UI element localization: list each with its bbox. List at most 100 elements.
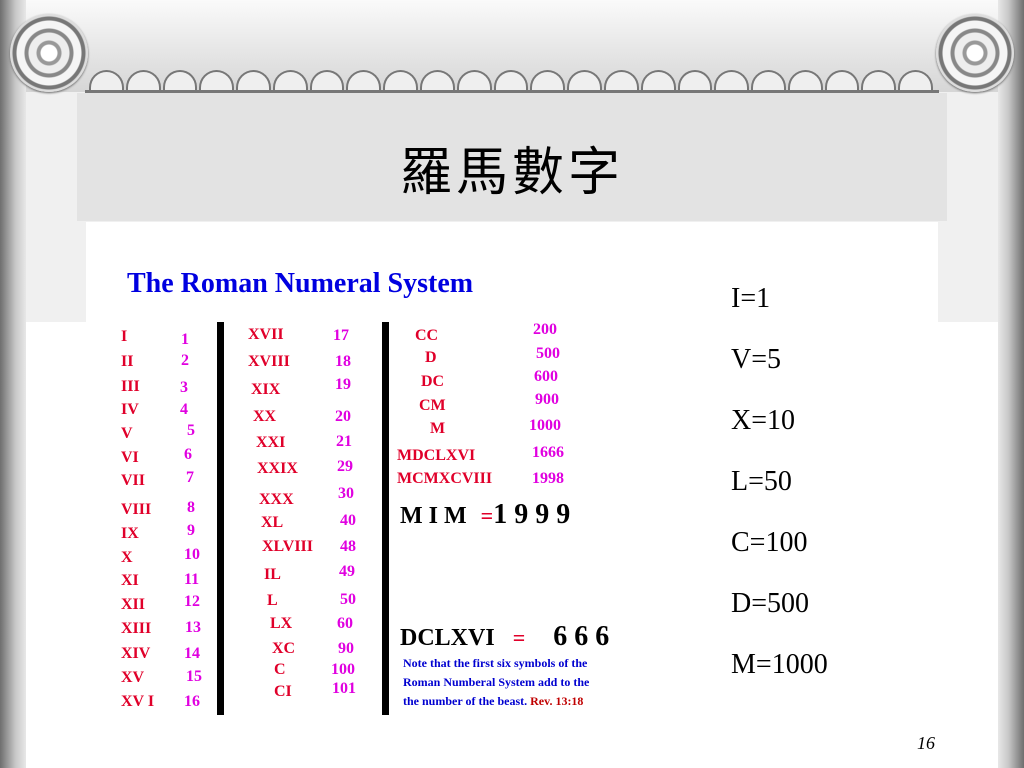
- roman-numeral: XII: [121, 596, 146, 613]
- roman-numeral: DC: [421, 373, 445, 390]
- separator-bar-2: [382, 322, 389, 715]
- roman-numeral: XIV: [121, 645, 151, 662]
- equation-lhs: M I M: [400, 503, 467, 529]
- roman-numeral: V: [121, 425, 133, 442]
- value-d: D=500: [731, 588, 810, 619]
- roman-numeral: XX: [253, 408, 277, 425]
- numeral-value: 19: [335, 376, 351, 393]
- numeral-value: 200: [533, 321, 557, 338]
- roman-numeral: XIII: [121, 620, 152, 637]
- roman-numeral: XLVIII: [262, 538, 313, 555]
- value-m: M=1000: [731, 649, 828, 680]
- numeral-value: 50: [340, 591, 356, 608]
- numeral-value: 9: [187, 522, 195, 539]
- roman-numeral: MCMXCVIII: [397, 470, 493, 487]
- numeral-value: 14: [184, 645, 200, 662]
- subtitle: The Roman Numeral System: [127, 268, 474, 299]
- numeral-value: 11: [184, 571, 200, 588]
- note-line: Note that the first six symbols of the: [403, 656, 588, 670]
- roman-numeral: XV I: [121, 693, 155, 710]
- roman-numeral: XI: [121, 572, 139, 589]
- roman-numeral: M: [430, 420, 446, 437]
- value-l: L=50: [731, 466, 792, 497]
- roman-numeral: IL: [264, 566, 281, 583]
- left-scroll-icon: [10, 14, 88, 92]
- numeral-value: 16: [184, 693, 200, 710]
- equals-sign: =: [480, 503, 494, 528]
- roman-numeral: II: [121, 353, 134, 370]
- roman-numeral: XC: [272, 640, 296, 657]
- numeral-value: 90: [338, 640, 354, 657]
- numeral-value: 1998: [532, 470, 564, 487]
- numeral-value: 20: [335, 408, 351, 425]
- left-column-shading: [0, 0, 26, 768]
- roman-numeral: I: [121, 328, 128, 345]
- numeral-value: 4: [180, 401, 188, 418]
- right-scroll-icon: [936, 14, 1014, 92]
- value-i: I=1: [731, 283, 771, 314]
- equation-lhs: DCLXVI: [400, 625, 495, 651]
- right-column-shading: [998, 0, 1024, 768]
- roman-numeral: XXIX: [257, 460, 298, 477]
- numeral-value: 1666: [532, 444, 564, 461]
- roman-numeral: CC: [415, 327, 439, 344]
- roman-numeral: CM: [419, 397, 446, 414]
- numeral-value: 1: [181, 331, 189, 348]
- equation-dclxvi: DCLXVI = 6 6 6: [400, 621, 609, 653]
- roman-numeral: XV: [121, 669, 145, 686]
- page-number: 16: [917, 733, 935, 753]
- numeral-value: 101: [332, 680, 356, 697]
- roman-numeral: XVII: [248, 326, 284, 343]
- numeral-value: 3: [180, 379, 188, 396]
- numeral-value: 49: [339, 563, 355, 580]
- numeral-value: 5: [187, 422, 195, 439]
- numeral-value: 30: [338, 485, 354, 502]
- equation-rhs: 1 9 9 9: [493, 499, 571, 530]
- roman-numeral: IV: [121, 401, 139, 418]
- roman-numeral: XIX: [251, 381, 281, 398]
- note-line: the number of the beast.: [403, 694, 528, 708]
- numeral-value: 2: [181, 352, 189, 369]
- roman-numeral: VI: [121, 449, 139, 466]
- numeral-value: 100: [331, 661, 355, 678]
- roman-numeral: VII: [121, 472, 146, 489]
- beast-note: Note that the first six symbols of the R…: [403, 654, 663, 711]
- numeral-value: 600: [534, 368, 558, 385]
- roman-numeral: MDCLXVI: [397, 447, 476, 464]
- numeral-value: 21: [336, 433, 352, 450]
- numeral-value: 18: [335, 353, 351, 370]
- numeral-value: 17: [333, 327, 349, 344]
- roman-numeral: XL: [261, 514, 284, 531]
- separator-bar-1: [217, 322, 224, 715]
- numeral-value: 40: [340, 512, 356, 529]
- value-x: X=10: [731, 405, 796, 436]
- equation-rhs: 6 6 6: [553, 621, 610, 652]
- roman-numeral: CI: [274, 683, 292, 700]
- numeral-value: 900: [535, 391, 559, 408]
- numeral-value: 8: [187, 499, 195, 516]
- equation-mim: M I M =1 9 9 9: [400, 499, 570, 531]
- numeral-value: 13: [185, 619, 201, 636]
- numeral-value: 6: [184, 446, 192, 463]
- value-v: V=5: [731, 344, 782, 375]
- numeral-value: 7: [186, 469, 194, 486]
- numeral-value: 60: [337, 615, 353, 632]
- roman-numeral: C: [274, 661, 286, 678]
- numeral-value: 1000: [529, 417, 561, 434]
- roman-numeral: VIII: [121, 501, 152, 518]
- roman-numeral: III: [121, 378, 140, 395]
- roman-numeral: IX: [121, 525, 139, 542]
- roman-numeral: D: [425, 349, 437, 366]
- bible-reference: Rev. 13:18: [530, 694, 584, 708]
- roman-numeral: XXI: [256, 434, 286, 451]
- roman-numeral: LX: [270, 615, 293, 632]
- numeral-value: 12: [184, 593, 200, 610]
- numeral-value: 500: [536, 345, 560, 362]
- numeral-value: 48: [340, 538, 356, 555]
- numeral-value: 10: [184, 546, 200, 563]
- slide-title: 羅馬數字: [399, 145, 624, 202]
- roman-numeral: L: [267, 592, 278, 609]
- numeral-value: 29: [337, 458, 353, 475]
- roman-numeral: XXX: [259, 491, 294, 508]
- roman-numeral: XVIII: [248, 353, 290, 370]
